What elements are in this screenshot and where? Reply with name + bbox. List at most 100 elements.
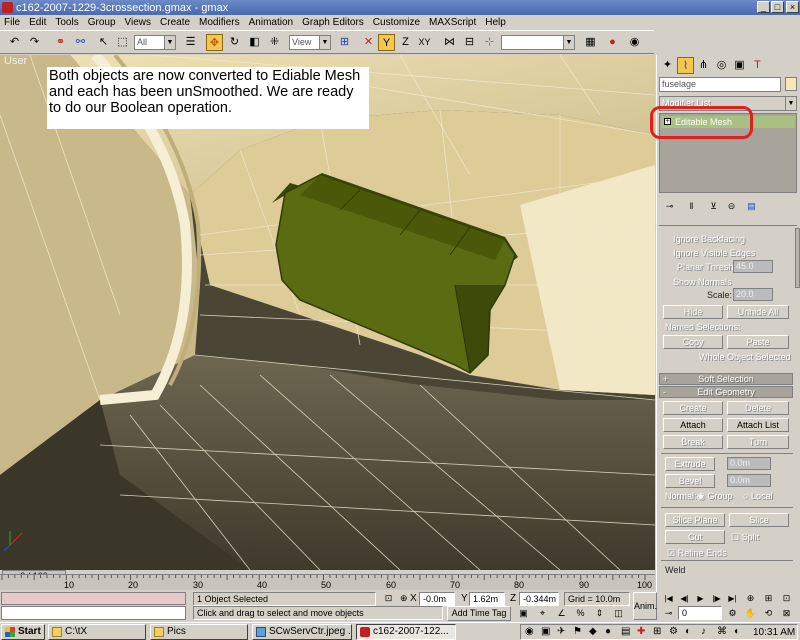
named-selection-dropdown[interactable]: ▼ bbox=[501, 35, 575, 50]
maximize-button[interactable]: □ bbox=[771, 1, 784, 13]
time-config-icon[interactable]: ⚙ bbox=[724, 605, 741, 622]
create-tab-icon[interactable]: ✦ bbox=[659, 57, 676, 74]
remove-modifier-icon[interactable]: ⊝ bbox=[723, 198, 740, 215]
copy-button[interactable]: Copy bbox=[663, 335, 723, 349]
unlink-icon[interactable]: ⚯ bbox=[72, 34, 89, 51]
select-scale-icon[interactable]: ◧ bbox=[246, 34, 263, 51]
slice-button[interactable]: Slice bbox=[729, 513, 789, 527]
menu-edit[interactable]: Edit bbox=[29, 17, 46, 28]
timeline-track[interactable]: 10 20 30 40 50 60 70 80 90 100 bbox=[0, 574, 655, 590]
align-icon[interactable]: ⊟ bbox=[461, 34, 478, 51]
tray-app-icon-8[interactable]: ✚ bbox=[637, 626, 645, 637]
tray-app-icon-13[interactable]: ⌘ bbox=[717, 626, 727, 637]
render-scene-icon[interactable]: ◉ bbox=[626, 34, 643, 51]
menu-modifiers[interactable]: Modifiers bbox=[199, 17, 240, 28]
menu-animation[interactable]: Animation bbox=[249, 17, 293, 28]
percent-snap-icon[interactable]: % bbox=[572, 605, 589, 622]
tray-app-icon-2[interactable]: ▣ bbox=[541, 626, 550, 637]
axis-xy-icon[interactable]: XY bbox=[416, 34, 433, 51]
redo-icon[interactable]: ↷ bbox=[26, 34, 43, 51]
hide-button[interactable]: Hide bbox=[663, 305, 723, 319]
tray-app-icon-5[interactable]: ◆ bbox=[589, 626, 597, 637]
coord-system-dropdown[interactable]: View ▼ bbox=[289, 35, 331, 50]
selection-filter-dropdown[interactable]: All ▼ bbox=[134, 35, 176, 50]
maximize-viewport-icon[interactable]: ⊠ bbox=[778, 605, 795, 622]
link-icon[interactable]: ⚭ bbox=[52, 34, 69, 51]
menu-views[interactable]: Views bbox=[125, 17, 152, 28]
close-button[interactable]: × bbox=[786, 1, 799, 13]
z-coord-field[interactable]: -0.344m bbox=[519, 592, 559, 606]
user-viewport[interactable]: User Both objects are now converted to E… bbox=[0, 55, 655, 570]
scale-spinner[interactable]: 20.0 bbox=[733, 288, 773, 301]
cut-button[interactable]: Cut bbox=[665, 530, 725, 544]
show-normals-label[interactable]: Show Normals bbox=[673, 277, 732, 287]
panel-scrollbar[interactable] bbox=[795, 228, 800, 288]
bevel-button[interactable]: Bevel bbox=[665, 474, 715, 488]
snap-icon[interactable]: ⊹ bbox=[481, 34, 498, 51]
next-frame-icon[interactable]: |▶ bbox=[708, 590, 725, 607]
show-end-result-icon[interactable]: ‖ bbox=[683, 198, 700, 215]
spinner-snap-icon[interactable]: ⇕ bbox=[591, 605, 608, 622]
tray-app-icon-11[interactable]: ◐ bbox=[685, 626, 691, 637]
tray-app-icon-7[interactable]: ▤ bbox=[621, 626, 630, 637]
current-frame-field[interactable]: 0 bbox=[678, 606, 722, 620]
axis-x-icon[interactable]: ✕ bbox=[360, 34, 377, 51]
transform-mode-icon[interactable]: ⊕ bbox=[400, 593, 408, 604]
ignore-visible-edges-label[interactable]: Ignore Visible Edges bbox=[673, 248, 755, 258]
start-button[interactable]: Start bbox=[1, 624, 45, 640]
tray-app-icon-10[interactable]: ⚙ bbox=[669, 626, 678, 637]
tray-app-icon-4[interactable]: ⚑ bbox=[573, 626, 582, 637]
delete-button[interactable]: Delete bbox=[727, 401, 789, 415]
menu-file[interactable]: File bbox=[4, 17, 20, 28]
select-move-icon[interactable]: ✥ bbox=[206, 34, 223, 51]
y-coord-field[interactable]: 1.62m bbox=[469, 592, 505, 606]
menu-help[interactable]: Help bbox=[485, 17, 506, 28]
turn-button[interactable]: Turn bbox=[727, 435, 789, 449]
axis-y-icon[interactable]: Y bbox=[378, 34, 395, 51]
angle-snap-icon[interactable]: ∠ bbox=[553, 605, 570, 622]
motion-tab-icon[interactable]: ◎ bbox=[713, 57, 730, 74]
soft-selection-rollout[interactable]: + Soft Selection bbox=[659, 373, 793, 385]
mirror-icon[interactable]: ⋈ bbox=[441, 34, 458, 51]
taskbar-item-ctx[interactable]: C:\tX bbox=[48, 624, 146, 640]
taskbar-item-gmax[interactable]: c162-2007-122... bbox=[356, 624, 456, 640]
menu-customize[interactable]: Customize bbox=[373, 17, 420, 28]
add-time-tag-button[interactable]: Add Time Tag bbox=[447, 606, 511, 621]
ignore-backfacing-label[interactable]: Ignore Backfacing bbox=[673, 234, 745, 244]
degradation-override-icon[interactable]: ▣ bbox=[515, 605, 532, 622]
use-pivot-icon[interactable]: ⊞ bbox=[336, 34, 353, 51]
bevel-spinner[interactable]: 0.0m bbox=[727, 474, 771, 487]
region-select-icon[interactable]: ⬚ bbox=[114, 34, 131, 51]
key-mode-icon[interactable]: ⊸ bbox=[660, 605, 677, 622]
unhide-all-button[interactable]: Unhide All bbox=[727, 305, 789, 319]
utilities-tab-icon[interactable]: T bbox=[749, 57, 766, 74]
tray-app-icon-1[interactable]: ◉ bbox=[525, 626, 534, 637]
planar-thresh-spinner[interactable]: 45.0 bbox=[733, 260, 773, 273]
taskbar-clock[interactable]: 10:31 AM bbox=[753, 627, 795, 638]
menu-tools[interactable]: Tools bbox=[55, 17, 78, 28]
display-tab-icon[interactable]: ▣ bbox=[731, 57, 748, 74]
menu-graph-editors[interactable]: Graph Editors bbox=[302, 17, 364, 28]
taskbar-item-pics[interactable]: Pics bbox=[150, 624, 248, 640]
play-icon[interactable]: ▶ bbox=[692, 590, 709, 607]
tray-app-icon-12[interactable]: ♪ bbox=[701, 626, 706, 637]
hierarchy-tab-icon[interactable]: ⋔ bbox=[695, 57, 712, 74]
select-rotate-icon[interactable]: ↻ bbox=[226, 34, 243, 51]
arc-rotate-icon[interactable]: ⟲ bbox=[760, 605, 777, 622]
object-name-field[interactable]: fuselage bbox=[659, 77, 781, 92]
window-crossing-icon[interactable]: ◫ bbox=[610, 605, 627, 622]
normal-local-radio[interactable]: ○ Local bbox=[743, 491, 772, 501]
taskbar-item-scwservctr[interactable]: SCwServCtr.jpeg ... bbox=[252, 624, 352, 640]
menu-group[interactable]: Group bbox=[88, 17, 116, 28]
tray-app-icon-9[interactable]: ⊞ bbox=[653, 626, 661, 637]
refine-ends-checkbox[interactable]: ☑ Refine Ends bbox=[667, 548, 727, 559]
viewport-label[interactable]: User bbox=[4, 55, 27, 67]
pin-stack-icon[interactable]: ⊸ bbox=[661, 198, 678, 215]
prev-frame-icon[interactable]: ◀| bbox=[676, 590, 693, 607]
axis-z-icon[interactable]: Z bbox=[397, 34, 414, 51]
tray-volume-icon[interactable]: ◖ bbox=[733, 626, 739, 637]
pivot-icon[interactable]: ⁜ bbox=[266, 34, 283, 51]
break-button[interactable]: Break bbox=[663, 435, 723, 449]
minimize-button[interactable]: _ bbox=[757, 1, 770, 13]
extrude-spinner[interactable]: 0.0m bbox=[727, 457, 771, 470]
